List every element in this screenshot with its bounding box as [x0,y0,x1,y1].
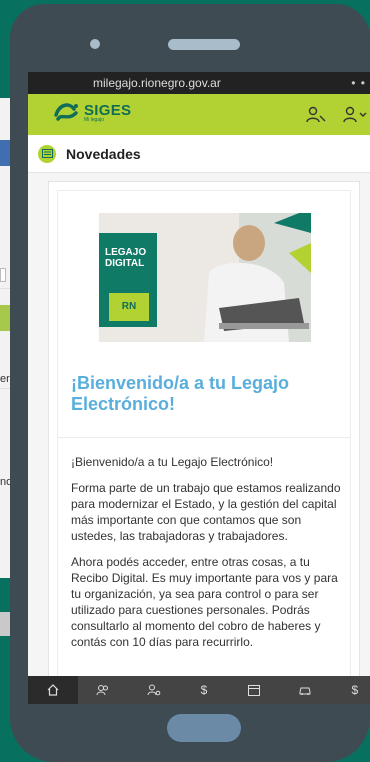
nav-user-settings[interactable] [129,676,179,704]
user-menu-icon[interactable] [342,105,368,125]
news-content: LEGAJO DIGITAL RN ¡Bienvenido/a a tu Leg… [28,173,370,676]
more-icon[interactable]: • • [351,72,366,94]
nav-people[interactable] [78,676,128,704]
nav-home[interactable] [28,676,79,704]
user-settings-icon[interactable] [306,105,326,125]
phone-frame: milegajo.rionegro.gov.ar • • SIGES Mi le… [10,4,370,762]
phone-screen: milegajo.rionegro.gov.ar • • SIGES Mi le… [28,72,370,704]
background-input [0,268,6,282]
siges-logo[interactable]: SIGES Mi legajo [52,101,131,123]
badge-line-1: LEGAJO [105,247,147,258]
people-icon [96,685,109,696]
bottom-nav: $ $ [28,676,370,704]
hero-image: LEGAJO DIGITAL RN [99,213,311,342]
nav-calendar[interactable] [229,676,279,704]
nav-dollar[interactable]: $ [179,676,229,704]
app-header: SIGES Mi legajo [28,94,370,135]
article-paragraph: Ahora podés acceder, entre otras cosas, … [71,555,338,649]
phone-home-button[interactable] [167,714,241,742]
camera-icon [90,39,100,49]
article-paragraph: ¡Bienvenido/a a tu Legajo Electrónico! [71,455,274,469]
news-card-container: LEGAJO DIGITAL RN ¡Bienvenido/a a tu Leg… [48,181,360,676]
legajo-badge: LEGAJO DIGITAL RN [99,233,157,327]
dollar-icon: $ [200,683,208,697]
article-body: ¡Bienvenido/a a tu Legajo Electrónico! F… [71,454,343,660]
card-divider [58,437,350,438]
nav-dollar-2[interactable]: $ [330,676,370,704]
dollar-icon: $ [351,683,359,697]
siges-logo-icon [54,103,78,121]
badge-line-2: DIGITAL [105,258,145,269]
nav-car[interactable] [279,676,329,704]
article-paragraph: Forma parte de un trabajo que estamos re… [71,481,341,543]
url-text: milegajo.rionegro.gov.ar [93,76,221,90]
news-icon [38,144,56,163]
home-icon [47,684,59,696]
section-header: Novedades [28,135,370,173]
calendar-icon [248,685,261,696]
brand-name: SIGES [84,101,132,119]
rn-logo: RN [109,293,149,321]
car-icon [299,687,311,695]
section-title: Novedades [66,145,141,162]
article-title[interactable]: ¡Bienvenido/a a tu Legajo Electrónico! [71,373,341,415]
news-card[interactable]: LEGAJO DIGITAL RN ¡Bienvenido/a a tu Leg… [57,190,351,676]
user-settings-icon [147,684,161,696]
browser-url-bar[interactable]: milegajo.rionegro.gov.ar • • [28,72,370,94]
speaker-grille [168,39,240,50]
